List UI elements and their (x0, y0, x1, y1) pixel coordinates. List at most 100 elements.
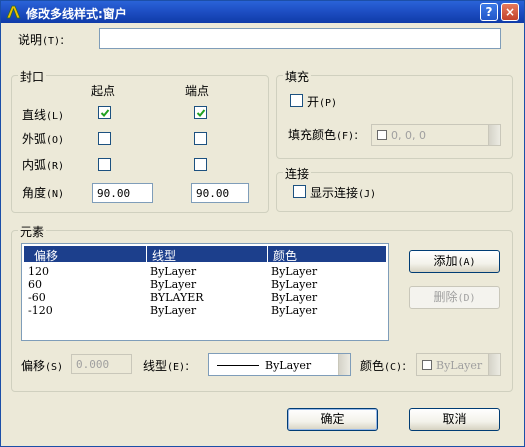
color-swatch-icon (377, 130, 387, 140)
caps-inner-arc-end-checkbox[interactable] (194, 158, 207, 171)
row-color: ByLayer (271, 304, 318, 317)
element-color-select[interactable]: ByLayer (416, 353, 501, 376)
fill-color-label: 填充颜色(F): (288, 128, 359, 142)
dropdown-arrow-icon[interactable] (488, 354, 500, 375)
element-color-label: 颜色(C): (360, 359, 407, 373)
caps-inner-arc-start-checkbox[interactable] (98, 158, 111, 171)
fill-color-select[interactable]: 0, 0, 0 (371, 124, 501, 146)
description-label-text: 说明 (18, 33, 43, 47)
column-header-color[interactable]: 颜色 (273, 247, 297, 264)
caps-start-header: 起点 (91, 84, 116, 98)
caps-line-shortcut: (L) (46, 111, 65, 122)
caps-group-title: 封口 (18, 68, 47, 85)
fill-group (276, 75, 513, 159)
check-icon (196, 109, 206, 117)
add-button-label: 添加 (433, 254, 458, 268)
caps-inner-arc-shortcut: (R) (46, 161, 65, 172)
caps-angle-text: 角度 (22, 186, 47, 200)
element-color-shortcut: (C) (384, 362, 403, 373)
table-row[interactable]: 120 ByLayer ByLayer (26, 265, 386, 278)
table-row[interactable]: -60 BYLAYER ByLayer (26, 291, 386, 304)
close-button[interactable]: × (501, 3, 519, 21)
fill-group-title: 填充 (283, 68, 312, 85)
fill-on-shortcut: (P) (319, 98, 338, 109)
table-row[interactable]: 60 ByLayer ByLayer (26, 278, 386, 291)
add-button[interactable]: 添加(A) (409, 250, 500, 273)
fill-color-value: 0, 0, 0 (391, 129, 426, 142)
delete-button-shortcut: (D) (457, 293, 476, 304)
elements-group-title: 元素 (18, 223, 47, 240)
title-bar[interactable]: 修改多线样式:窗户 ? × (1, 1, 524, 23)
caps-angle-end-input[interactable]: 90.00 (191, 183, 249, 203)
caps-outer-arc-start-checkbox[interactable] (98, 132, 111, 145)
element-color-text: 颜色 (360, 359, 385, 373)
element-offset-shortcut: (S) (45, 362, 64, 373)
column-divider[interactable] (146, 246, 147, 262)
caps-outer-arc-text: 外弧 (22, 132, 47, 146)
element-linetype-label: 线型(E): (143, 359, 190, 373)
window-title: 修改多线样式:窗户 (26, 7, 127, 21)
caps-outer-arc-label: 外弧(O) (22, 130, 64, 147)
app-icon (6, 5, 21, 19)
ok-button[interactable]: 确定 (287, 408, 378, 431)
row-color: ByLayer (271, 265, 318, 278)
dropdown-arrow-icon[interactable] (338, 354, 350, 375)
row-color: ByLayer (271, 278, 318, 291)
show-joints-label: 显示连接(J) (310, 184, 376, 201)
caps-angle-shortcut: (N) (46, 189, 65, 200)
fill-color-shortcut: (F) (336, 131, 355, 142)
row-linetype: ByLayer (150, 278, 197, 291)
fill-color-text: 填充颜色 (288, 128, 337, 142)
help-button[interactable]: ? (480, 3, 498, 21)
element-offset-label: 偏移(S) (21, 357, 63, 374)
delete-button[interactable]: 删除(D) (409, 286, 500, 309)
column-header-linetype[interactable]: 线型 (152, 247, 176, 264)
caps-angle-start-input[interactable]: 90.00 (92, 183, 153, 203)
check-icon (100, 109, 110, 117)
row-color: ByLayer (271, 291, 318, 304)
color-swatch-icon (422, 360, 432, 370)
caps-inner-arc-text: 内弧 (22, 158, 47, 172)
element-linetype-text: 线型 (143, 359, 168, 373)
delete-button-label: 删除 (433, 290, 458, 304)
description-input[interactable] (99, 28, 501, 49)
show-joints-text: 显示连接 (310, 186, 359, 200)
dropdown-arrow-icon[interactable] (488, 125, 500, 145)
caps-line-label: 直线(L) (22, 106, 64, 123)
elements-list-header: 偏移 线型 颜色 (24, 246, 386, 264)
caps-line-end-checkbox[interactable] (194, 106, 207, 119)
description-shortcut: (T) (42, 36, 61, 47)
element-linetype-select[interactable]: ByLayer (208, 353, 351, 376)
joints-group-title: 连接 (283, 165, 312, 182)
element-color-value: ByLayer (436, 359, 483, 372)
fill-on-checkbox[interactable] (290, 94, 303, 107)
element-offset-text: 偏移 (21, 359, 46, 373)
cancel-button[interactable]: 取消 (409, 408, 500, 431)
element-linetype-value: ByLayer (265, 359, 312, 372)
row-linetype: ByLayer (150, 265, 197, 278)
column-header-offset[interactable]: 偏移 (34, 247, 58, 264)
dialog-window: 修改多线样式:窗户 ? × 说明(T): 封口 起点 端点 直线(L) 外弧(O… (0, 0, 525, 447)
table-row[interactable]: -120 ByLayer ByLayer (26, 304, 386, 317)
caps-line-text: 直线 (22, 108, 47, 122)
column-divider[interactable] (267, 246, 268, 262)
row-linetype: BYLAYER (150, 291, 204, 304)
fill-on-text: 开 (307, 95, 320, 109)
add-button-shortcut: (A) (457, 257, 476, 268)
show-joints-checkbox[interactable] (293, 185, 306, 198)
row-offset: 60 (28, 278, 42, 291)
caps-angle-label: 角度(N) (22, 184, 64, 201)
caps-inner-arc-label: 内弧(R) (22, 156, 64, 173)
row-linetype: ByLayer (150, 304, 197, 317)
fill-on-label: 开(P) (307, 93, 337, 110)
row-offset: 120 (28, 265, 49, 278)
elements-list[interactable]: 偏移 线型 颜色 120 ByLayer ByLayer 60 ByLayer … (21, 243, 389, 341)
row-offset: -60 (28, 291, 46, 304)
caps-outer-arc-end-checkbox[interactable] (194, 132, 207, 145)
caps-line-start-checkbox[interactable] (98, 106, 111, 119)
description-label: 说明(T): (18, 33, 65, 47)
element-offset-input[interactable]: 0.000 (71, 354, 132, 374)
element-linetype-shortcut: (E) (167, 362, 186, 373)
caps-outer-arc-shortcut: (O) (46, 135, 65, 146)
linetype-preview-icon (217, 365, 259, 366)
